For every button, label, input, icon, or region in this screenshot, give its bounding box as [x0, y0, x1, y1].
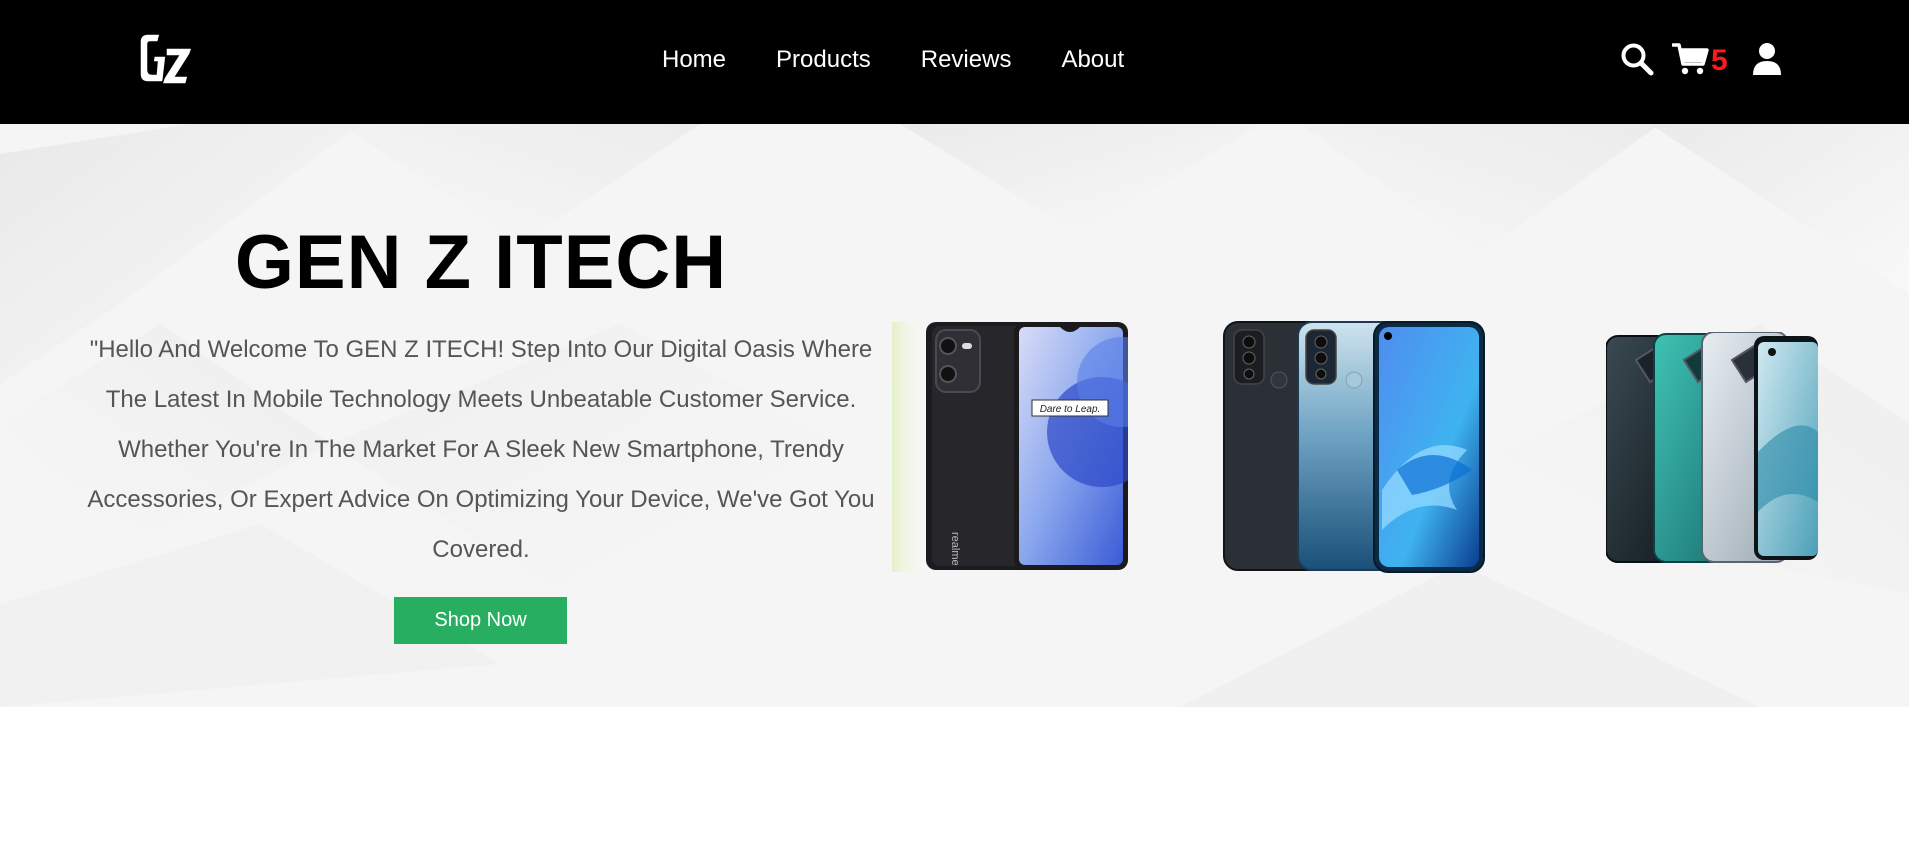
lower-section	[0, 707, 1909, 853]
navbar: GZ Home Products Reviews About 5	[0, 0, 1913, 124]
product-phone-infinix[interactable]	[1605, 331, 1818, 566]
gz-logo-icon: GZ	[136, 30, 194, 85]
hero-description: "Hello And Welcome To GEN Z ITECH! Step …	[87, 336, 875, 563]
shop-now-button[interactable]: Shop Now	[394, 597, 567, 644]
oppo-phones-image	[1223, 321, 1485, 573]
product-phone-realme[interactable]: realme Dare to Leap.	[892, 322, 1167, 572]
hero-title: GEN Z ITECH	[234, 220, 728, 305]
search-icon[interactable]	[1620, 42, 1654, 81]
nav-about[interactable]: About	[1061, 42, 1124, 78]
logo-text: GZ	[136, 30, 138, 31]
product-phone-oppo[interactable]	[1222, 320, 1486, 575]
nav-home[interactable]: Home	[662, 42, 726, 78]
cart-count-badge: 5	[1711, 44, 1728, 77]
realme-phone-image: realme Dare to Leap.	[892, 322, 1167, 572]
nav-icons: 5	[1620, 42, 1782, 80]
nav-links: Home Products Reviews About	[662, 42, 1124, 78]
nav-reviews[interactable]: Reviews	[921, 42, 1012, 78]
realme-screen-text: Dare to Leap.	[1040, 404, 1101, 415]
user-icon[interactable]	[1752, 42, 1782, 81]
navbar-edge	[1909, 0, 1913, 124]
cart-button[interactable]: 5	[1671, 42, 1728, 81]
logo[interactable]: GZ	[136, 30, 196, 90]
infinix-phones-image	[1605, 331, 1818, 563]
cart-icon	[1671, 42, 1710, 81]
realme-brand-text: realme	[949, 532, 961, 566]
nav-products[interactable]: Products	[776, 42, 871, 78]
